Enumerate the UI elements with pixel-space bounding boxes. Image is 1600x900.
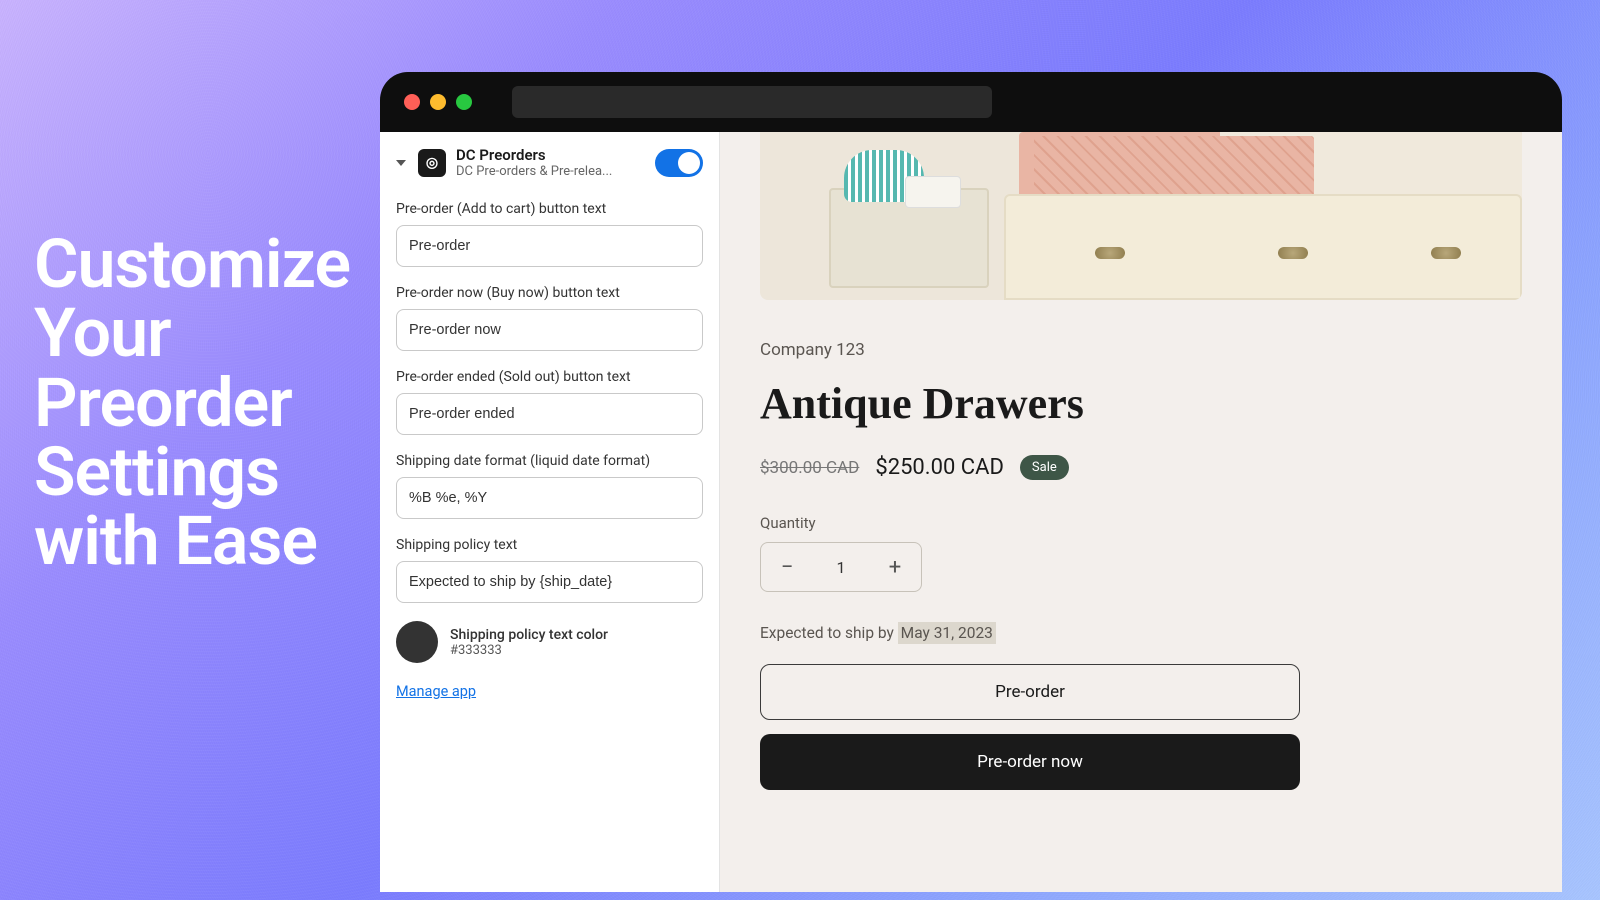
app-title: DC Preorders xyxy=(456,146,645,164)
quantity-stepper: − 1 + xyxy=(760,542,922,592)
sold-out-label: Pre-order ended (Sold out) button text xyxy=(396,369,703,385)
minimize-window-button[interactable] xyxy=(430,94,446,110)
sold-out-input[interactable] xyxy=(396,393,703,435)
app-subtitle: DC Pre-orders & Pre-relea... xyxy=(456,164,645,179)
hero-line: Settings xyxy=(34,438,350,507)
hero-line: with Ease xyxy=(34,507,350,576)
price-compare: $300.00 CAD xyxy=(760,458,859,478)
quantity-increment-button[interactable]: + xyxy=(869,543,921,591)
quantity-label: Quantity xyxy=(760,514,1522,532)
browser-window: ◎ DC Preorders DC Pre-orders & Pre-relea… xyxy=(380,72,1562,892)
titlebar xyxy=(380,72,1562,132)
date-format-input[interactable] xyxy=(396,477,703,519)
caret-down-icon[interactable] xyxy=(396,160,406,166)
ship-date: May 31, 2023 xyxy=(898,622,996,644)
price-row: $300.00 CAD $250.00 CAD Sale xyxy=(760,455,1522,480)
add-to-cart-label: Pre-order (Add to cart) button text xyxy=(396,201,703,217)
preorder-now-button[interactable]: Pre-order now xyxy=(760,734,1300,790)
hero-line: Preorder xyxy=(34,369,350,438)
url-bar[interactable] xyxy=(512,86,992,118)
sale-badge: Sale xyxy=(1020,455,1069,480)
product-vendor: Company 123 xyxy=(760,340,1522,360)
add-to-cart-input[interactable] xyxy=(396,225,703,267)
policy-text-input[interactable] xyxy=(396,561,703,603)
preorder-button[interactable]: Pre-order xyxy=(760,664,1300,720)
hero-line: Your xyxy=(34,299,350,368)
policy-text-label: Shipping policy text xyxy=(396,537,703,553)
product-image xyxy=(760,132,1522,300)
close-window-button[interactable] xyxy=(404,94,420,110)
hero-line: Customize xyxy=(34,230,350,299)
buy-now-label: Pre-order now (Buy now) button text xyxy=(396,285,703,301)
date-format-label: Shipping date format (liquid date format… xyxy=(396,453,703,469)
policy-color-label: Shipping policy text color xyxy=(450,627,608,643)
quantity-decrement-button[interactable]: − xyxy=(761,543,813,591)
ship-prefix: Expected to ship by xyxy=(760,624,898,642)
app-header: ◎ DC Preorders DC Pre-orders & Pre-relea… xyxy=(396,146,703,179)
maximize-window-button[interactable] xyxy=(456,94,472,110)
storefront-preview: Company 123 Antique Drawers $300.00 CAD … xyxy=(720,132,1562,892)
manage-app-link[interactable]: Manage app xyxy=(396,683,476,700)
hero-headline: Customize Your Preorder Settings with Ea… xyxy=(34,230,350,577)
buy-now-input[interactable] xyxy=(396,309,703,351)
settings-sidebar: ◎ DC Preorders DC Pre-orders & Pre-relea… xyxy=(380,132,720,892)
shipping-policy-text: Expected to ship by May 31, 2023 xyxy=(760,624,1522,642)
policy-color-hex: #333333 xyxy=(450,643,608,658)
app-enable-toggle[interactable] xyxy=(655,149,703,177)
quantity-value: 1 xyxy=(813,558,869,577)
window-controls xyxy=(404,94,472,110)
app-logo-icon: ◎ xyxy=(418,149,446,177)
price-current: $250.00 CAD xyxy=(875,455,1004,480)
policy-color-swatch[interactable] xyxy=(396,621,438,663)
product-title: Antique Drawers xyxy=(760,378,1522,429)
